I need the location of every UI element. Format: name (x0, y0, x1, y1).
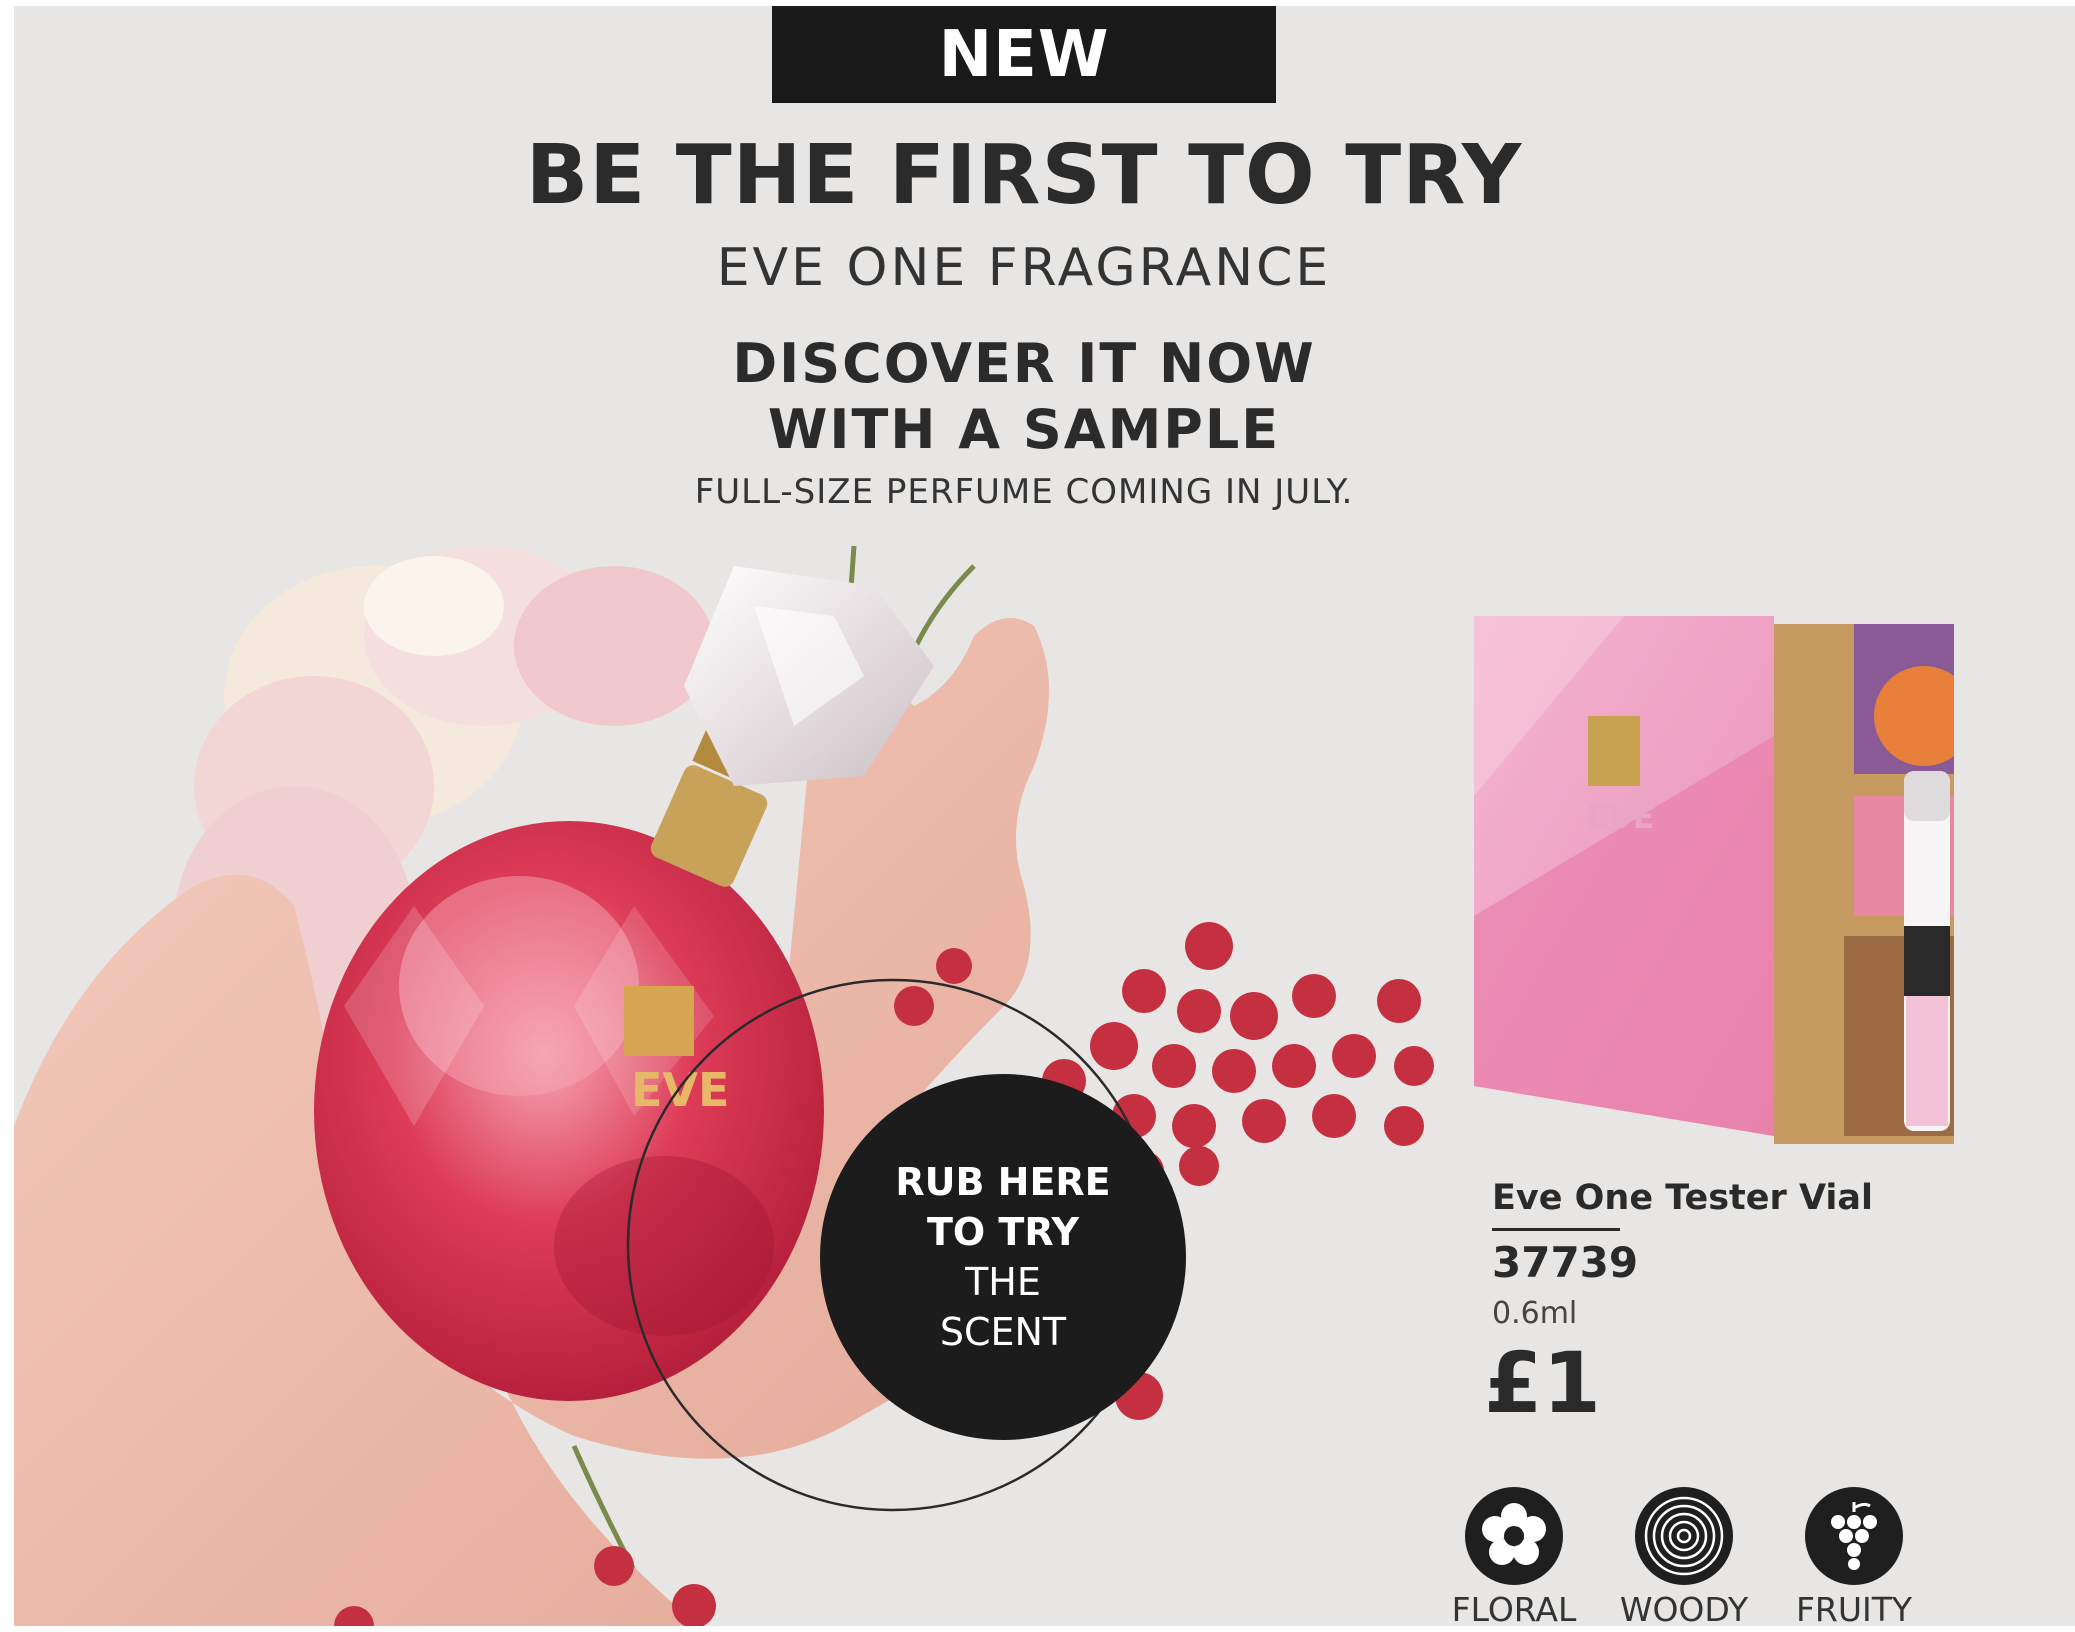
note-label-floral: FLORAL (1451, 1590, 1577, 1626)
product-code: 37739 (1492, 1238, 1639, 1287)
wood-rings-icon (1635, 1487, 1733, 1585)
perfume-hero-image: EVE (14, 545, 1434, 1626)
product-size: 0.6ml (1492, 1296, 1578, 1331)
product-name: Eve One Tester Vial (1492, 1178, 1874, 1218)
note-label-woody: WOODY (1619, 1590, 1749, 1626)
bottle-label: EVE (631, 1063, 729, 1117)
grapes-icon (1805, 1487, 1903, 1585)
note-label-fruity: FRUITY (1795, 1590, 1913, 1626)
rub-line-3: THE (965, 1260, 1041, 1304)
promo-panel: NEW BE THE FIRST TO TRY EVE ONE FRAGRANC… (14, 6, 2075, 1626)
page: NEW BE THE FIRST TO TRY EVE ONE FRAGRANC… (0, 0, 2075, 1632)
product-price: £1 (1484, 1334, 1601, 1432)
tester-vial-packshot: EVE (1474, 616, 1954, 1144)
sachet-logo: EVE (1586, 798, 1654, 836)
name-underline (1492, 1228, 1620, 1231)
flower-icon (1465, 1487, 1563, 1585)
rub-line-1: RUB HERE (895, 1160, 1111, 1204)
rub-here-badge[interactable]: RUB HERE TO TRY THE SCENT (820, 1074, 1186, 1440)
rub-line-2: TO TRY (926, 1210, 1080, 1254)
rub-line-4: SCENT (939, 1310, 1067, 1354)
